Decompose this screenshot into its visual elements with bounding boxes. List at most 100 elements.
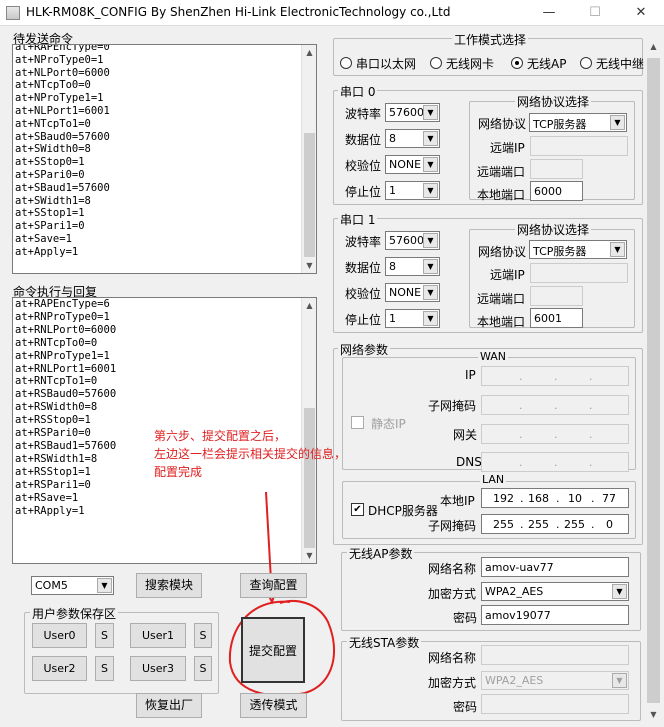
restore-factory-button[interactable]: 恢复出厂: [136, 693, 202, 718]
serial0-proto-label: 网络协议: [478, 117, 527, 131]
serial1-rip-input[interactable]: [530, 263, 628, 283]
wan-gateway-input[interactable]: ...: [481, 424, 629, 444]
serial0-parity-label: 校验位: [345, 159, 382, 173]
serial1-lport-input[interactable]: 6001: [530, 308, 583, 328]
scroll-down-icon[interactable]: ▼: [645, 706, 662, 723]
static-ip-checkbox[interactable]: [351, 416, 364, 429]
serial1-stop-select[interactable]: 1 ▼: [385, 309, 440, 328]
wan-ip-input[interactable]: ...: [481, 366, 629, 386]
wan-mask-input[interactable]: ...: [481, 395, 629, 415]
serial0-rip-input[interactable]: [530, 136, 628, 156]
ap-ssid-input[interactable]: amov-uav77: [481, 557, 629, 577]
save-user1-button[interactable]: S: [194, 623, 212, 648]
ap-ssid-value: amov-uav77: [485, 561, 554, 574]
mode-radio-3[interactable]: [580, 57, 592, 69]
lan-mask-label: 子网掩码: [428, 519, 477, 533]
save-user2-button[interactable]: S: [95, 656, 114, 681]
mode-label-3: 无线中继: [596, 57, 644, 71]
chevron-down-icon[interactable]: ▼: [423, 259, 438, 274]
sta-pwd-input[interactable]: [481, 694, 629, 714]
serial1-proto-select[interactable]: TCP服务器 ▼: [529, 240, 627, 259]
submit-config-button[interactable]: 提交配置: [241, 617, 305, 683]
serial1-title: 串口 1: [338, 211, 378, 228]
ap-pwd-input[interactable]: amov19077: [481, 605, 629, 625]
chevron-down-icon[interactable]: ▼: [97, 578, 112, 593]
lan-mask-octet-3: 255: [564, 518, 585, 531]
com-port-value: COM5: [35, 579, 68, 592]
sta-enc-select[interactable]: WPA2_AES ▼: [481, 671, 629, 690]
serial0-data-label: 数据位: [345, 133, 382, 147]
scroll-thumb[interactable]: [647, 58, 660, 703]
serial1-parity-select[interactable]: NONE ▼: [385, 283, 440, 302]
user2-button[interactable]: User2: [32, 656, 87, 681]
chevron-down-icon[interactable]: ▼: [612, 673, 627, 688]
chevron-down-icon[interactable]: ▼: [423, 233, 438, 248]
chevron-down-icon[interactable]: ▼: [423, 285, 438, 300]
serial0-data-select[interactable]: 8 ▼: [385, 129, 440, 148]
serial1-data-select[interactable]: 8 ▼: [385, 257, 440, 276]
serial0-lport-input[interactable]: 6000: [530, 181, 583, 201]
user0-button[interactable]: User0: [32, 623, 87, 648]
serial1-stop-value: 1: [389, 312, 396, 325]
serial0-rport-input[interactable]: [530, 159, 583, 179]
serial1-baud-label: 波特率: [345, 235, 382, 249]
chevron-down-icon[interactable]: ▼: [423, 311, 438, 326]
serial0-baud-select[interactable]: 57600 ▼: [385, 103, 440, 122]
ap-enc-value: WPA2_AES: [485, 585, 544, 598]
search-module-button[interactable]: 搜索模块: [136, 573, 202, 598]
mode-radio-1[interactable]: [430, 57, 442, 69]
lan-mask-octet-4: 0: [606, 518, 613, 531]
serial0-baud-value: 57600: [389, 106, 424, 119]
chevron-down-icon[interactable]: ▼: [610, 115, 625, 130]
serial0-net-title: 网络协议选择: [515, 93, 592, 110]
lan-mask-input[interactable]: 255. 255. 255. 0: [481, 514, 629, 534]
com-port-select[interactable]: COM5 ▼: [31, 576, 114, 595]
chevron-down-icon[interactable]: ▼: [423, 105, 438, 120]
ap-enc-select[interactable]: WPA2_AES ▼: [481, 582, 629, 601]
mode-radio-2[interactable]: [511, 57, 523, 69]
serial1-lport-value: 6001: [534, 312, 562, 325]
serial0-proto-select[interactable]: TCP服务器 ▼: [529, 113, 627, 132]
sta-ssid-input[interactable]: [481, 645, 629, 665]
sta-title: 无线STA参数: [347, 634, 422, 651]
lan-ip-input[interactable]: 192. 168. 10. 77: [481, 488, 629, 508]
user-params-title: 用户参数保存区: [30, 605, 119, 622]
ap-pwd-label: 密码: [453, 611, 478, 625]
serial1-rport-input[interactable]: [530, 286, 583, 306]
dhcp-checkbox[interactable]: ✔: [351, 503, 364, 516]
serial1-baud-select[interactable]: 57600 ▼: [385, 231, 440, 250]
serial1-rip-label: 远端IP: [490, 268, 525, 282]
mode-radio-0[interactable]: [340, 57, 352, 69]
ap-enc-label: 加密方式: [428, 587, 477, 601]
main-scrollbar[interactable]: ▲ ▼: [645, 38, 662, 723]
chevron-down-icon[interactable]: ▼: [610, 242, 625, 257]
serial0-rport-label: 远端端口: [477, 165, 526, 179]
lan-ip-octet-1: 192: [493, 492, 514, 505]
chevron-down-icon[interactable]: ▼: [423, 157, 438, 172]
wan-dns-input[interactable]: ...: [481, 452, 629, 472]
serial1-stop-label: 停止位: [345, 313, 382, 327]
ap-title: 无线AP参数: [347, 545, 415, 562]
save-user3-button[interactable]: S: [194, 656, 212, 681]
serial0-data-value: 8: [389, 132, 396, 145]
serial0-stop-select[interactable]: 1 ▼: [385, 181, 440, 200]
chevron-down-icon[interactable]: ▼: [423, 183, 438, 198]
lan-title: LAN: [480, 473, 507, 486]
transparent-mode-button[interactable]: 透传模式: [240, 693, 307, 718]
serial0-parity-select[interactable]: NONE ▼: [385, 155, 440, 174]
serial1-parity-value: NONE: [389, 286, 422, 299]
serial1-parity-label: 校验位: [345, 287, 382, 301]
save-user0-button[interactable]: S: [95, 623, 114, 648]
lan-ip-octet-2: 168: [528, 492, 549, 505]
serial1-baud-value: 57600: [389, 234, 424, 247]
chevron-down-icon[interactable]: ▼: [612, 584, 627, 599]
serial0-title: 串口 0: [338, 83, 378, 100]
serial1-data-label: 数据位: [345, 261, 382, 275]
sta-enc-value: WPA2_AES: [485, 674, 544, 687]
ap-ssid-label: 网络名称: [428, 562, 477, 576]
chevron-down-icon[interactable]: ▼: [423, 131, 438, 146]
query-config-button[interactable]: 查询配置: [240, 573, 307, 598]
scroll-up-icon[interactable]: ▲: [645, 38, 662, 55]
user3-button[interactable]: User3: [130, 656, 186, 681]
user1-button[interactable]: User1: [130, 623, 186, 648]
